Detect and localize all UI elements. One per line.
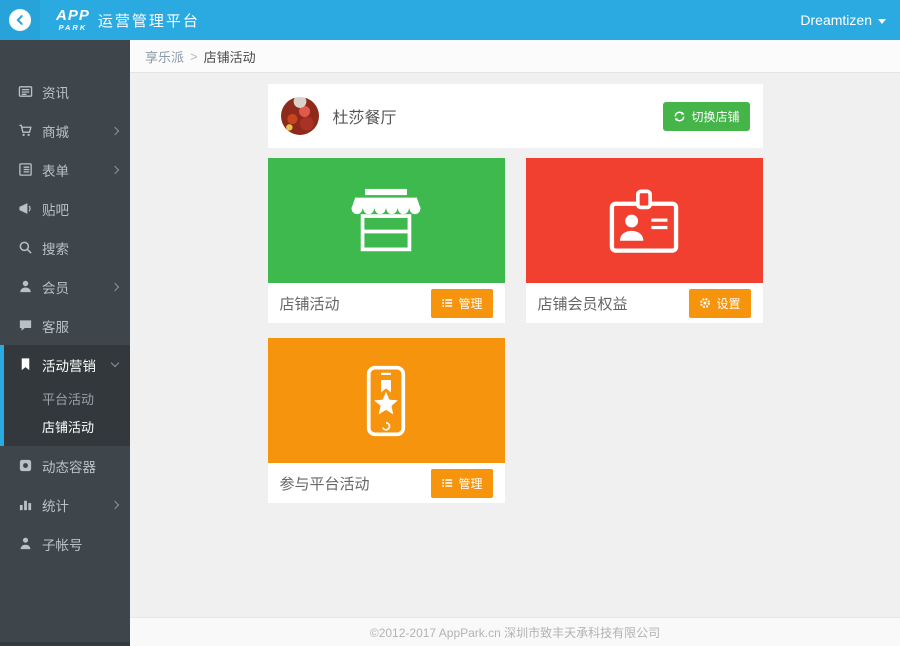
shop-avatar	[281, 97, 319, 135]
sidebar-item-label: 客服	[42, 316, 69, 336]
sidebar-item-label: 活动营销	[42, 355, 96, 375]
sidebar-item-label: 统计	[42, 495, 69, 515]
topbar: APP PARK 运营管理平台 Dreamtizen	[0, 0, 900, 40]
sidebar-item-mall[interactable]: 商城	[0, 111, 130, 150]
sidebar-item-members[interactable]: 会员	[0, 267, 130, 306]
sidebar-item-marketing[interactable]: 活动营销	[4, 345, 130, 384]
sidebar-item-forms[interactable]: 表单	[0, 150, 130, 189]
sidebar-item-label: 表单	[42, 160, 69, 180]
switch-shop-button[interactable]: 切换店铺	[663, 102, 749, 131]
card-shop-activity: 店铺活动 管理	[268, 158, 505, 323]
sidebar-item-statistics[interactable]: 统计	[0, 485, 130, 524]
back-arrow-icon	[9, 9, 31, 31]
caret-down-icon	[878, 19, 886, 24]
megaphone-icon	[18, 201, 33, 216]
sidebar-item-dynamic-container[interactable]: 动态容器	[0, 446, 130, 485]
breadcrumb-current: 店铺活动	[204, 47, 256, 66]
sidebar-item-label: 资讯	[42, 82, 69, 102]
gear-icon	[699, 297, 711, 309]
sidebar-item-support[interactable]: 客服	[0, 306, 130, 345]
sidebar-item-label: 贴吧	[42, 199, 69, 219]
copyright-text: ©2012-2017 AppPark.cn 深圳市致丰天承科技有限公司	[370, 624, 660, 641]
list-icon	[441, 297, 453, 309]
card-footer: 参与平台活动 管理	[268, 463, 505, 503]
set-member-benefits-button[interactable]: 设置	[689, 289, 750, 318]
card-title: 店铺会员权益	[538, 293, 628, 314]
id-card-icon[interactable]	[526, 158, 763, 283]
main-content: 杜莎餐厅 切换店铺	[130, 73, 900, 646]
app-logo: APP PARK 运营管理平台	[56, 8, 200, 32]
bookmark-icon	[18, 357, 33, 372]
card-title: 店铺活动	[280, 293, 340, 314]
switch-shop-label: 切换店铺	[691, 108, 739, 125]
card-platform-activity: 参与平台活动 管理	[268, 338, 505, 503]
form-icon	[18, 162, 33, 177]
stats-icon	[18, 497, 33, 512]
sidebar-item-label: 动态容器	[42, 456, 96, 476]
chevron-down-icon	[111, 359, 119, 367]
breadcrumb-separator: >	[190, 49, 198, 64]
sidebar-subitem-label: 平台活动	[42, 389, 94, 408]
card-member-benefits: 店铺会员权益 设置	[526, 158, 763, 323]
sidebar-item-label: 搜索	[42, 238, 69, 258]
chevron-right-icon	[111, 165, 119, 173]
chevron-right-icon	[111, 500, 119, 508]
page-footer: ©2012-2017 AppPark.cn 深圳市致丰天承科技有限公司	[130, 617, 900, 646]
chevron-right-icon	[111, 126, 119, 134]
storefront-icon[interactable]	[268, 158, 505, 283]
chat-icon	[18, 318, 33, 333]
sidebar-item-label: 子帐号	[42, 534, 83, 554]
card-button-label: 设置	[716, 295, 740, 312]
feature-cards: 店铺活动 管理	[268, 158, 763, 503]
list-icon	[441, 477, 453, 489]
shop-header-card: 杜莎餐厅 切换店铺	[268, 84, 763, 148]
card-button-label: 管理	[458, 295, 482, 312]
user-icon	[18, 536, 33, 551]
card-footer: 店铺会员权益 设置	[526, 283, 763, 323]
apppark-logo-icon: APP PARK	[56, 8, 90, 32]
sidebar-bottom-strip	[0, 642, 130, 646]
chevron-right-icon	[111, 282, 119, 290]
container-icon	[18, 458, 33, 473]
sidebar-item-subaccount[interactable]: 子帐号	[0, 524, 130, 563]
content-column: 杜莎餐厅 切换店铺	[268, 84, 763, 503]
app-window: APP PARK 运营管理平台 Dreamtizen 资讯 商城	[0, 0, 900, 646]
breadcrumb: 享乐派 > 店铺活动	[130, 40, 900, 73]
sidebar-item-news[interactable]: 资讯	[0, 72, 130, 111]
phone-star-icon[interactable]	[268, 338, 505, 463]
search-icon	[18, 240, 33, 255]
sidebar: 资讯 商城 表单 贴吧 搜索	[0, 40, 130, 646]
sidebar-item-label: 商城	[42, 121, 69, 141]
cart-icon	[18, 123, 33, 138]
refresh-icon	[673, 110, 686, 123]
card-footer: 店铺活动 管理	[268, 283, 505, 323]
manage-platform-activity-button[interactable]: 管理	[431, 469, 492, 498]
sidebar-item-forum[interactable]: 贴吧	[0, 189, 130, 228]
logo-app-text: APP	[56, 8, 90, 23]
news-icon	[18, 84, 33, 99]
card-button-label: 管理	[458, 475, 482, 492]
member-icon	[18, 279, 33, 294]
card-title: 参与平台活动	[280, 473, 370, 494]
sidebar-subitem-label: 店铺活动	[42, 417, 94, 436]
sidebar-subitem-shop-activity[interactable]: 店铺活动	[4, 412, 130, 440]
back-button[interactable]	[0, 0, 40, 40]
user-menu[interactable]: Dreamtizen	[800, 12, 886, 28]
manage-shop-activity-button[interactable]: 管理	[431, 289, 492, 318]
shop-name: 杜莎餐厅	[333, 104, 397, 128]
platform-title: 运营管理平台	[98, 10, 200, 31]
sidebar-subitem-platform-activity[interactable]: 平台活动	[4, 384, 130, 412]
username-label: Dreamtizen	[800, 12, 872, 28]
sidebar-item-search[interactable]: 搜索	[0, 228, 130, 267]
breadcrumb-root-link[interactable]: 享乐派	[145, 47, 184, 66]
logo-park-text: PARK	[59, 24, 88, 32]
sidebar-item-label: 会员	[42, 277, 69, 297]
sidebar-group-marketing: 活动营销 平台活动 店铺活动	[0, 345, 130, 446]
